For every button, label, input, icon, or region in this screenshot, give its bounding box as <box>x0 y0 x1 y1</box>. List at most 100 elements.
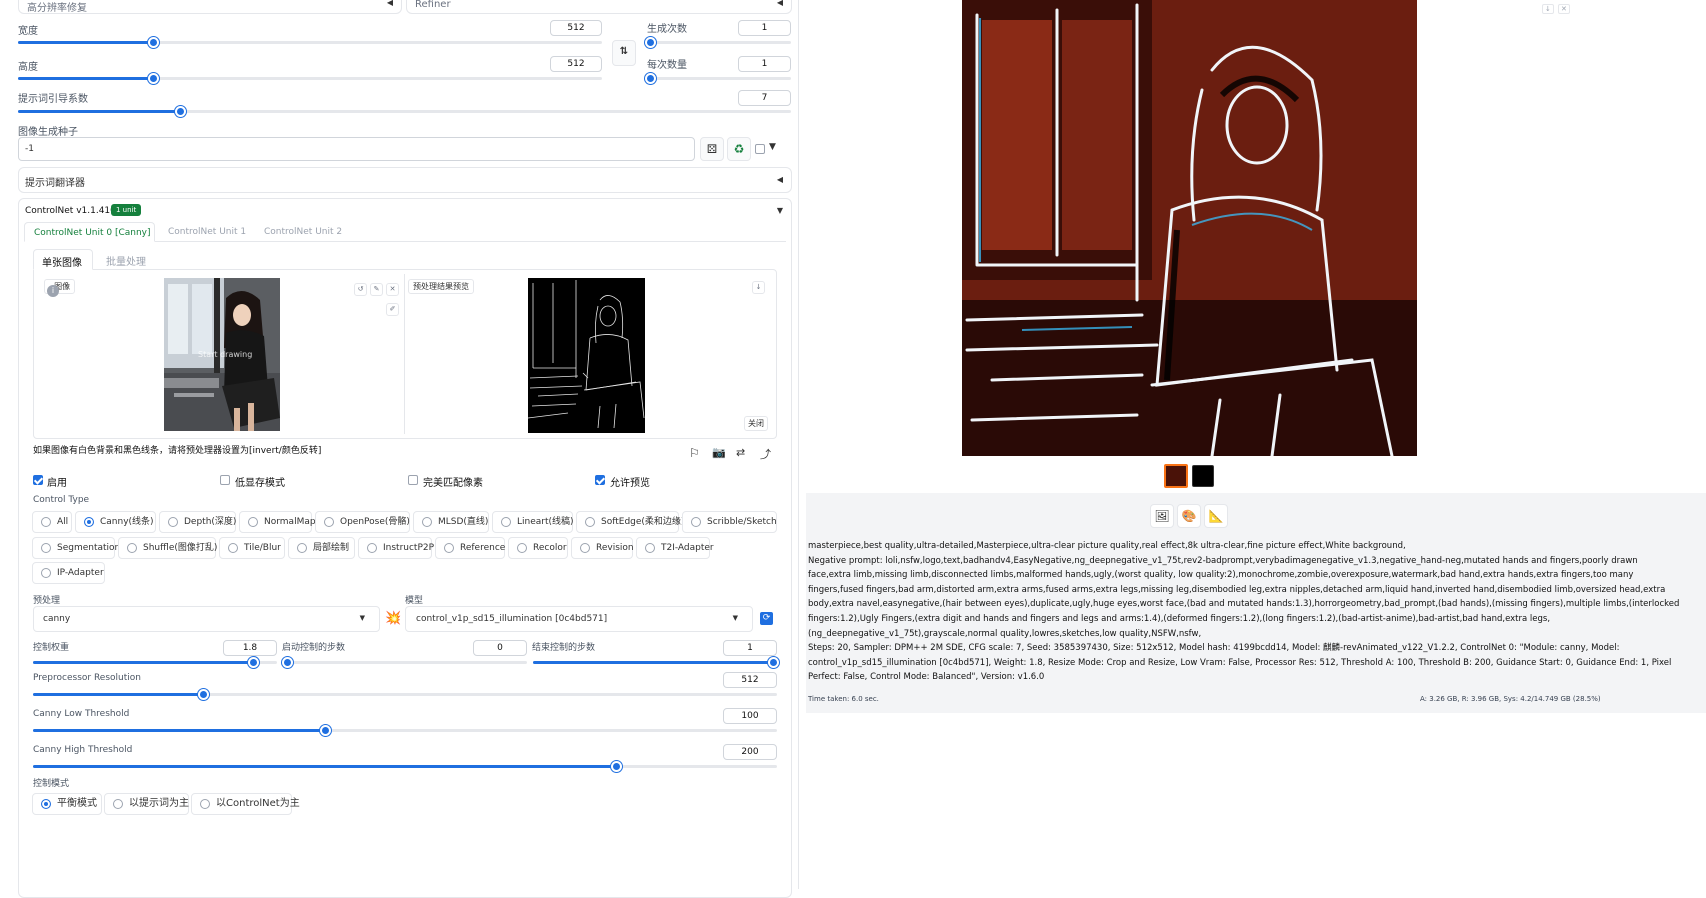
collapse-arrow-icon: ◀ <box>386 0 393 7</box>
prompt-translator-accordion[interactable]: 提示词翻译器 ◀ <box>18 167 792 193</box>
input-image[interactable]: Start drawing <box>164 278 280 431</box>
thumbnail-1[interactable] <box>1164 464 1188 488</box>
mode-controlnet-important[interactable]: 以ControlNet为主 <box>191 793 300 815</box>
control-type-inpaint[interactable]: 局部绘制 <box>288 537 355 559</box>
mode-balanced[interactable]: 平衡模式 <box>32 793 102 815</box>
control-type-label: InstructP2P <box>383 543 435 553</box>
cfg-label: 提示词引导系数 <box>18 94 88 105</box>
control-type-recolor[interactable]: Recolor <box>508 537 568 559</box>
mirror-swap-icon[interactable]: ⇄ <box>736 446 745 459</box>
cfg-input[interactable]: 7 <box>738 90 791 106</box>
control-type-reference[interactable]: Reference <box>435 537 505 559</box>
tab-controlnet-unit-1[interactable]: ControlNet Unit 1 <box>168 227 246 237</box>
batch-size-slider[interactable] <box>645 73 791 84</box>
control-type-softedge[interactable]: SoftEdge(柔和边缘) <box>576 511 684 533</box>
random-seed-dice-icon[interactable]: ⚄ <box>700 137 724 161</box>
brush-icon[interactable]: ✎ <box>370 283 383 296</box>
control-type-label: OpenPose(骨骼) <box>340 517 410 527</box>
canny-high-input[interactable]: 200 <box>723 744 777 760</box>
run-preprocessor-explosion-icon[interactable]: 💥 <box>385 611 401 626</box>
extra-seed-checkbox[interactable] <box>755 144 765 154</box>
canny-low-slider[interactable] <box>33 725 777 736</box>
download-icon[interactable]: ↓ <box>752 281 765 294</box>
undo-icon[interactable]: ↺ <box>354 283 367 296</box>
new-canvas-icon[interactable]: ⚐ <box>689 446 700 460</box>
download-icon[interactable]: ↓ <box>1542 4 1554 14</box>
batch-count-slider[interactable] <box>645 37 791 48</box>
close-preview-button[interactable]: 关闭 <box>744 416 768 431</box>
control-type-depth[interactable]: Depth(深度) <box>159 511 236 533</box>
chevron-down-icon: ▼ <box>359 614 365 622</box>
control-type-canny[interactable]: Canny(线条) <box>75 511 156 533</box>
enable-checkbox[interactable] <box>33 475 43 485</box>
tab-controlnet-unit-0[interactable]: ControlNet Unit 0 [Canny] <box>24 222 155 242</box>
weight-slider[interactable] <box>33 657 277 668</box>
ruler-icon[interactable]: 📐 <box>1204 504 1228 528</box>
info-line: Perfect: False, Control Mode: Balanced",… <box>808 672 1045 683</box>
seed-input[interactable]: -1 <box>18 137 695 161</box>
mode-label: 平衡模式 <box>57 798 97 809</box>
width-input[interactable]: 512 <box>550 20 602 36</box>
thumbnail-2[interactable] <box>1192 465 1214 487</box>
start-step-label: 启动控制的步数 <box>282 643 346 653</box>
control-type-shuffle[interactable]: Shuffle(图像打乱) <box>118 537 217 559</box>
low-vram-label: 低显存模式 <box>235 478 285 489</box>
end-step-input[interactable]: 1 <box>723 640 777 656</box>
generated-image[interactable] <box>962 0 1417 456</box>
control-type-tile[interactable]: Tile/Blur <box>219 537 285 559</box>
pixel-perfect-checkbox[interactable] <box>408 475 418 485</box>
control-type-lineart[interactable]: Lineart(线稿) <box>492 511 574 533</box>
hires-fix-accordion[interactable]: 高分辨率修复 ◀ <box>18 0 402 14</box>
start-step-slider[interactable] <box>282 657 527 668</box>
pen-icon[interactable]: ✐ <box>386 303 399 316</box>
tab-controlnet-unit-2[interactable]: ControlNet Unit 2 <box>264 227 342 237</box>
control-type-all[interactable]: All <box>32 511 72 533</box>
control-type-t2i-adapter[interactable]: T2I-Adapter <box>636 537 714 559</box>
canny-high-slider[interactable] <box>33 761 777 772</box>
refiner-accordion[interactable]: Refiner ◀ <box>406 0 792 14</box>
model-select[interactable]: control_v1p_sd15_illumination [0c4bd571]… <box>405 606 753 632</box>
subtab-batch[interactable]: 批量处理 <box>106 253 146 268</box>
start-step-input[interactable]: 0 <box>473 640 527 656</box>
weight-input[interactable]: 1.8 <box>223 640 277 656</box>
camera-icon[interactable]: 📷 <box>712 446 726 459</box>
subtab-single-image[interactable]: 单张图像 <box>33 249 93 270</box>
control-type-label: Tile/Blur <box>244 543 281 553</box>
preprocessor-select[interactable]: canny ▼ <box>33 606 380 632</box>
low-vram-checkbox[interactable] <box>220 475 230 485</box>
control-type-ip-adapter[interactable]: IP-Adapter <box>32 562 105 584</box>
swap-dimensions-button[interactable]: ⇅ <box>612 40 636 66</box>
close-icon[interactable]: ✕ <box>1558 4 1570 14</box>
control-type-instructp2p[interactable]: InstructP2P <box>358 537 435 559</box>
close-icon[interactable]: ✕ <box>386 283 399 296</box>
height-slider[interactable] <box>18 73 602 84</box>
cfg-slider[interactable] <box>18 106 791 117</box>
info-line: Steps: 20, Sampler: DPM++ 2M SDE, CFG sc… <box>808 643 1620 654</box>
refresh-models-icon[interactable]: ⟳ <box>760 612 773 625</box>
controlnet-collapse-icon[interactable]: ▼ <box>777 206 783 215</box>
height-input[interactable]: 512 <box>550 56 602 72</box>
control-type-segmentation[interactable]: Segmentation <box>32 537 120 559</box>
preprocessor-preview-image <box>528 278 645 433</box>
batch-size-input[interactable]: 1 <box>738 56 791 72</box>
canny-low-input[interactable]: 100 <box>723 708 777 724</box>
control-type-openpose[interactable]: OpenPose(骨骼) <box>315 511 410 533</box>
control-type-revision[interactable]: Revision <box>571 537 634 559</box>
control-type-normalmap[interactable]: NormalMap <box>239 511 316 533</box>
end-step-slider[interactable] <box>533 657 779 668</box>
reuse-seed-recycle-icon[interactable]: ♻ <box>727 137 751 161</box>
palette-icon[interactable]: 🎨 <box>1177 504 1201 528</box>
mode-prompt-important[interactable]: 以提示词为主 <box>104 793 189 815</box>
pp-res-input[interactable]: 512 <box>723 672 777 688</box>
send-dimensions-icon[interactable]: ⤴ <box>760 446 771 462</box>
invert-hint-text: 如果图像有白色背景和黑色线条，请将预处理器设置为[invert/颜色反转] <box>33 446 322 456</box>
batch-count-input[interactable]: 1 <box>738 20 791 36</box>
width-slider[interactable] <box>18 37 602 48</box>
save-image-icon[interactable]: 🖼 <box>1150 504 1174 528</box>
control-type-mlsd[interactable]: MLSD(直线) <box>413 511 489 533</box>
extra-seed-arrow-icon[interactable]: ▼ <box>769 142 776 152</box>
control-type-scribble[interactable]: Scribble/Sketch <box>682 511 777 533</box>
allow-preview-checkbox[interactable] <box>595 475 605 485</box>
pp-res-slider[interactable] <box>33 689 777 700</box>
info-line: control_v1p_sd15_illumination [0c4bd571]… <box>808 657 1672 668</box>
